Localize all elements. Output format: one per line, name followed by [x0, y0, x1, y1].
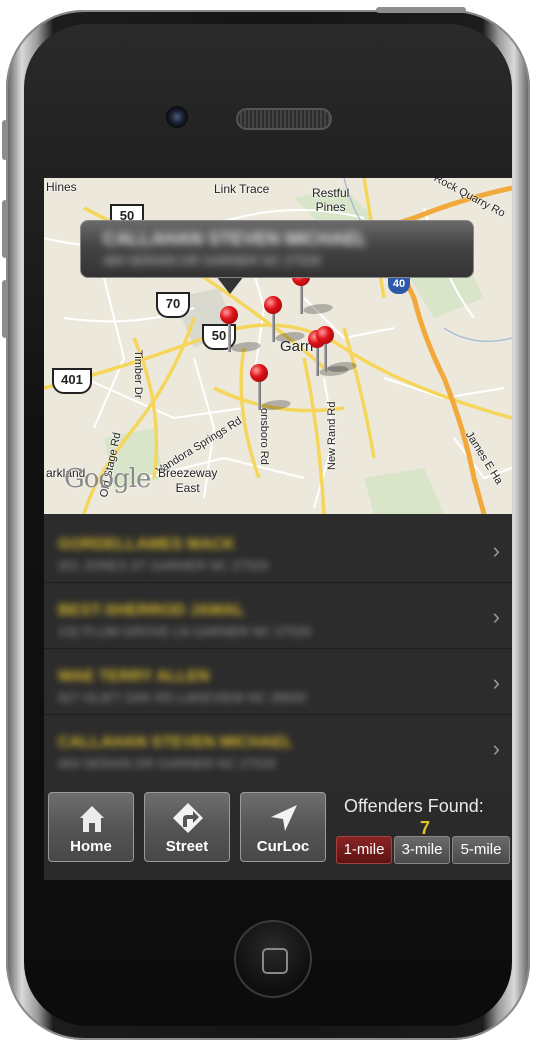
chevron-right-icon: ›	[492, 736, 500, 761]
bottom-toolbar: Home Street CurLoc Offenders Found: 7 1-…	[44, 790, 512, 880]
radius-3-mile-button[interactable]: 3-mile	[394, 836, 450, 864]
offender-address: 201 JONES ST GARNER NC 27529	[58, 558, 269, 573]
street-button[interactable]: Street	[144, 792, 230, 862]
offender-list[interactable]: GORDELLAMES MACK 201 JONES ST GARNER NC …	[44, 514, 512, 790]
mute-switch	[2, 120, 8, 160]
us-401-shield: 401	[52, 368, 92, 394]
location-arrow-icon	[271, 805, 297, 831]
offender-row[interactable]: CALLAHAN STEVEN MICHAEL 464 SERAIN DR GA…	[44, 714, 512, 780]
home-button-label: Home	[70, 838, 112, 855]
current-location-button[interactable]: CurLoc	[240, 792, 326, 862]
offenders-found-label: Offenders Found:	[344, 796, 484, 816]
offender-name: WAE TERRY ALLEN	[58, 668, 210, 685]
current-location-button-label: CurLoc	[256, 838, 310, 855]
callout-offender-name: CALLAHAN STEVEN MICHAEL	[103, 229, 367, 249]
app-screen: Hines Link Trace Restful Pines Rock Quar…	[44, 178, 512, 880]
map-label-link-trace: Link Trace	[214, 182, 270, 196]
map-label-benson-rd: onsboro Rd	[258, 408, 270, 465]
chevron-right-icon: ›	[492, 538, 500, 563]
turn-arrow-icon	[173, 803, 203, 833]
offender-row[interactable]: GORDELLAMES MACK 201 JONES ST GARNER NC …	[44, 516, 512, 583]
power-button	[376, 7, 466, 13]
map-view[interactable]: Hines Link Trace Restful Pines Rock Quar…	[44, 178, 512, 514]
volume-down-button	[2, 280, 8, 338]
offender-name: GORDELLAMES MACK	[58, 536, 235, 553]
callout-offender-address: 464 SERAIN DR GARNER NC 27529	[103, 253, 321, 268]
home-button[interactable]: Home	[48, 792, 134, 862]
callout-pointer	[216, 276, 244, 294]
map-label-breezeway-east: Breezeway East	[158, 466, 218, 495]
map-label-timber-dr: Timber Dr	[132, 350, 144, 399]
google-logo: Google	[64, 464, 151, 494]
volume-up-button	[2, 200, 8, 258]
home-hardware-button[interactable]	[234, 920, 312, 998]
map-label-hines: Hines	[46, 180, 77, 194]
pin-callout[interactable]: CALLAHAN STEVEN MICHAEL 464 SERAIN DR GA…	[80, 220, 474, 278]
offender-row[interactable]: BEST-SHERROD JAMAL 132 FLUM GROVE LN GAR…	[44, 582, 512, 649]
map-label-new-rand-rd: New Rand Rd	[326, 401, 338, 470]
chevron-right-icon: ›	[492, 604, 500, 629]
us-70-shield: 70	[156, 292, 190, 318]
offender-name: CALLAHAN STEVEN MICHAEL	[58, 734, 293, 751]
house-icon	[80, 806, 104, 832]
radius-5-mile-button[interactable]: 5-mile	[452, 836, 510, 864]
offender-address: 464 SERAIN DR GARNER NC 27529	[58, 756, 276, 771]
offender-address: 927 OLIET OAK RD LAKEVIEW NC 28000	[58, 690, 307, 705]
offender-row[interactable]: WAE TERRY ALLEN 927 OLIET OAK RD LAKEVIE…	[44, 648, 512, 715]
earpiece-speaker	[236, 108, 332, 130]
street-button-label: Street	[165, 838, 209, 855]
front-camera	[166, 106, 188, 128]
map-label-restful-pines: Restful Pines	[312, 186, 350, 214]
offender-name: BEST-SHERROD JAMAL	[58, 602, 245, 619]
chevron-right-icon: ›	[492, 670, 500, 695]
radius-1-mile-button[interactable]: 1-mile	[336, 836, 392, 864]
offender-address: 132 FLUM GROVE LN GARNER NC 27529	[58, 624, 311, 639]
